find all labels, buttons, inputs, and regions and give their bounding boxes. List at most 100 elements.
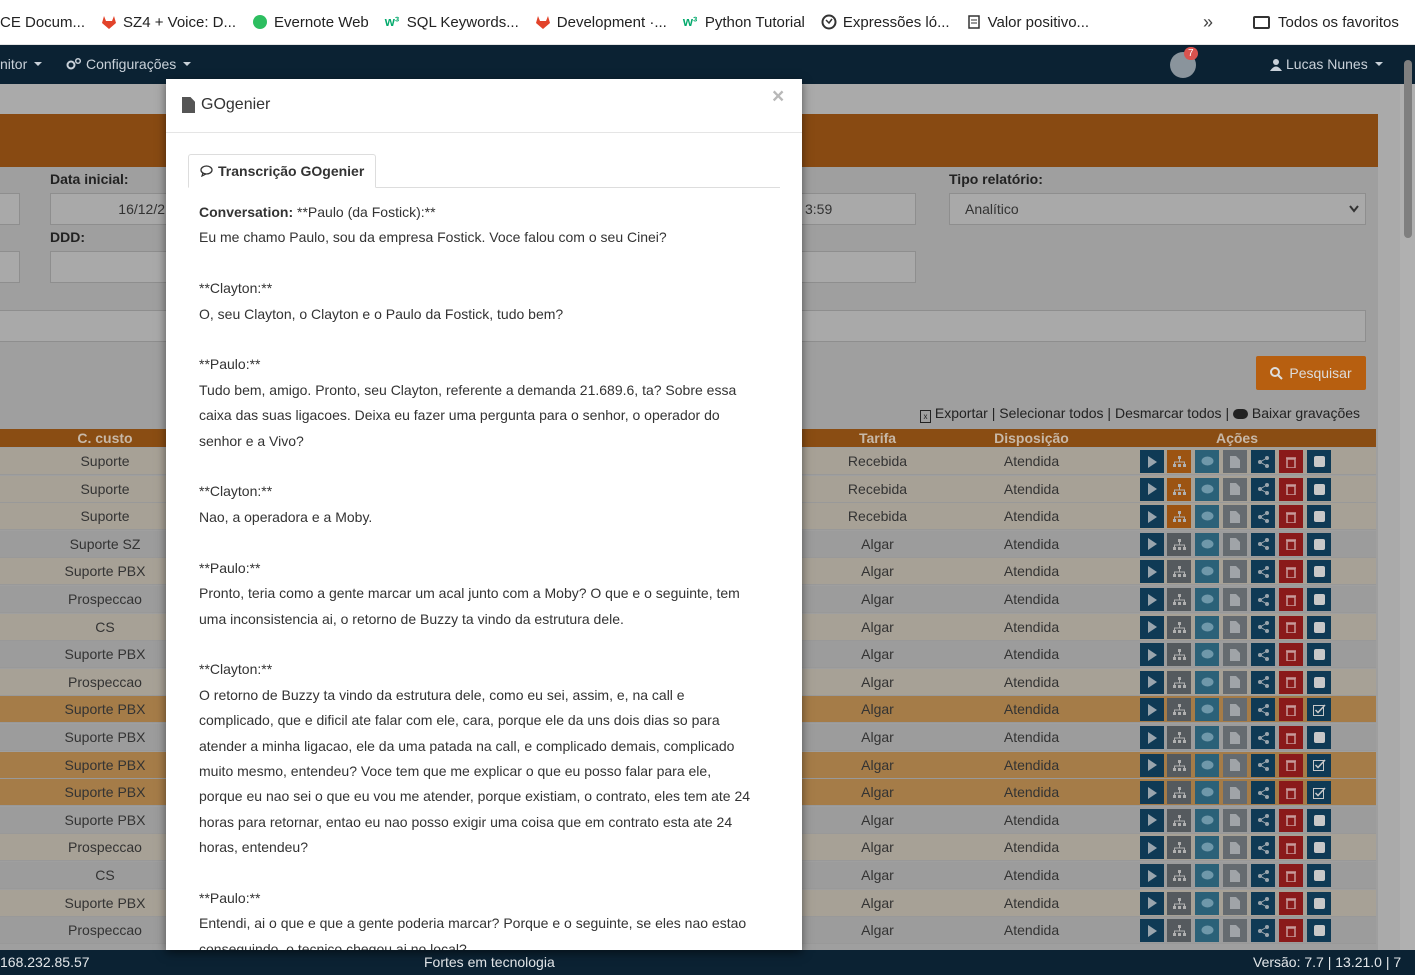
play-icon[interactable]	[1140, 670, 1164, 694]
share-icon[interactable]	[1251, 477, 1275, 501]
checked-checkbox-icon[interactable]	[1307, 753, 1331, 777]
file-icon[interactable]	[1223, 450, 1247, 473]
checkbox-icon[interactable]	[1307, 450, 1331, 473]
trash-icon[interactable]	[1279, 781, 1303, 805]
sitemap-icon[interactable]	[1167, 919, 1191, 943]
checkbox-icon[interactable]	[1307, 919, 1331, 943]
sitemap-icon[interactable]	[1167, 643, 1191, 667]
sitemap-icon[interactable]	[1167, 560, 1191, 584]
bookmark-ce-docum[interactable]: CE Docum...	[0, 0, 93, 44]
select-partial-1[interactable]	[0, 193, 20, 225]
file-icon[interactable]	[1223, 560, 1247, 584]
share-icon[interactable]	[1251, 560, 1275, 584]
bookmark-sql-keywords[interactable]: w³ SQL Keywords...	[377, 0, 527, 44]
checkbox-icon[interactable]	[1307, 864, 1331, 887]
file-icon[interactable]	[1223, 836, 1247, 860]
checkbox-icon[interactable]	[1307, 588, 1331, 611]
checked-checkbox-icon[interactable]	[1307, 698, 1331, 722]
share-icon[interactable]	[1251, 615, 1275, 639]
trash-icon[interactable]	[1279, 919, 1303, 943]
baixar-gravacoes-link[interactable]: Baixar gravações	[1252, 405, 1360, 421]
sitemap-icon[interactable]	[1167, 753, 1191, 777]
share-icon[interactable]	[1251, 836, 1275, 860]
file-icon[interactable]	[1223, 753, 1247, 777]
desmarcar-todos-link[interactable]: Desmarcar todos	[1115, 405, 1222, 421]
sitemap-icon[interactable]	[1167, 450, 1191, 473]
trash-icon[interactable]	[1279, 891, 1303, 915]
file-icon[interactable]	[1223, 864, 1247, 887]
play-icon[interactable]	[1140, 477, 1164, 501]
comment-icon[interactable]	[1195, 753, 1219, 777]
play-icon[interactable]	[1140, 560, 1164, 584]
file-icon[interactable]	[1223, 615, 1247, 639]
bookmark-expressoes[interactable]: Expressões ló...	[813, 0, 958, 44]
comment-icon[interactable]	[1195, 891, 1219, 915]
play-icon[interactable]	[1140, 836, 1164, 860]
play-icon[interactable]	[1140, 698, 1164, 722]
play-icon[interactable]	[1140, 781, 1164, 805]
file-icon[interactable]	[1223, 505, 1247, 529]
checkbox-icon[interactable]	[1307, 726, 1331, 749]
bookmark-sz4-voice[interactable]: SZ4 + Voice: D...	[93, 0, 244, 44]
trash-icon[interactable]	[1279, 808, 1303, 832]
play-icon[interactable]	[1140, 891, 1164, 915]
trash-icon[interactable]	[1279, 670, 1303, 694]
hora-final-input[interactable]: 3:59	[790, 193, 916, 225]
comment-icon[interactable]	[1195, 670, 1219, 694]
play-icon[interactable]	[1140, 615, 1164, 639]
share-icon[interactable]	[1251, 643, 1275, 667]
trash-icon[interactable]	[1279, 588, 1303, 611]
comment-icon[interactable]	[1195, 615, 1219, 639]
comment-icon[interactable]	[1195, 919, 1219, 943]
trash-icon[interactable]	[1279, 532, 1303, 556]
checkbox-icon[interactable]	[1307, 505, 1331, 529]
sitemap-icon[interactable]	[1167, 891, 1191, 915]
trash-icon[interactable]	[1279, 753, 1303, 777]
sitemap-icon[interactable]	[1167, 781, 1191, 805]
play-icon[interactable]	[1140, 808, 1164, 832]
share-icon[interactable]	[1251, 532, 1275, 556]
file-icon[interactable]	[1223, 588, 1247, 611]
comment-icon[interactable]	[1195, 643, 1219, 667]
share-icon[interactable]	[1251, 726, 1275, 749]
bookmark-python-tutorial[interactable]: w³ Python Tutorial	[675, 0, 813, 44]
share-icon[interactable]	[1251, 670, 1275, 694]
checkbox-icon[interactable]	[1307, 808, 1331, 832]
comment-icon[interactable]	[1195, 781, 1219, 805]
sitemap-icon[interactable]	[1167, 532, 1191, 556]
trash-icon[interactable]	[1279, 698, 1303, 722]
trash-icon[interactable]	[1279, 505, 1303, 529]
checkbox-icon[interactable]	[1307, 532, 1331, 556]
file-icon[interactable]	[1223, 919, 1247, 943]
share-icon[interactable]	[1251, 864, 1275, 887]
checkbox-icon[interactable]	[1307, 836, 1331, 860]
all-bookmarks-folder[interactable]: Todos os favoritos	[1253, 0, 1399, 44]
comment-icon[interactable]	[1195, 532, 1219, 556]
sitemap-icon[interactable]	[1167, 698, 1191, 722]
share-icon[interactable]	[1251, 781, 1275, 805]
share-icon[interactable]	[1251, 808, 1275, 832]
comment-icon[interactable]	[1195, 726, 1219, 749]
play-icon[interactable]	[1140, 753, 1164, 777]
sitemap-icon[interactable]	[1167, 505, 1191, 529]
file-icon[interactable]	[1223, 726, 1247, 749]
sitemap-icon[interactable]	[1167, 670, 1191, 694]
share-icon[interactable]	[1251, 891, 1275, 915]
checkbox-icon[interactable]	[1307, 560, 1331, 584]
checkbox-icon[interactable]	[1307, 891, 1331, 915]
sitemap-icon[interactable]	[1167, 477, 1191, 501]
checkbox-icon[interactable]	[1307, 670, 1331, 694]
more-bookmarks-icon[interactable]: »	[1203, 12, 1213, 33]
close-icon[interactable]: ×	[772, 85, 784, 109]
sitemap-icon[interactable]	[1167, 836, 1191, 860]
nav-monitor-menu[interactable]: nitor	[0, 56, 43, 72]
checkbox-icon[interactable]	[1307, 643, 1331, 667]
trash-icon[interactable]	[1279, 450, 1303, 473]
trash-icon[interactable]	[1279, 864, 1303, 887]
sitemap-icon[interactable]	[1167, 808, 1191, 832]
play-icon[interactable]	[1140, 726, 1164, 749]
trash-icon[interactable]	[1279, 560, 1303, 584]
sitemap-icon[interactable]	[1167, 726, 1191, 749]
comment-icon[interactable]	[1195, 477, 1219, 501]
play-icon[interactable]	[1140, 919, 1164, 943]
